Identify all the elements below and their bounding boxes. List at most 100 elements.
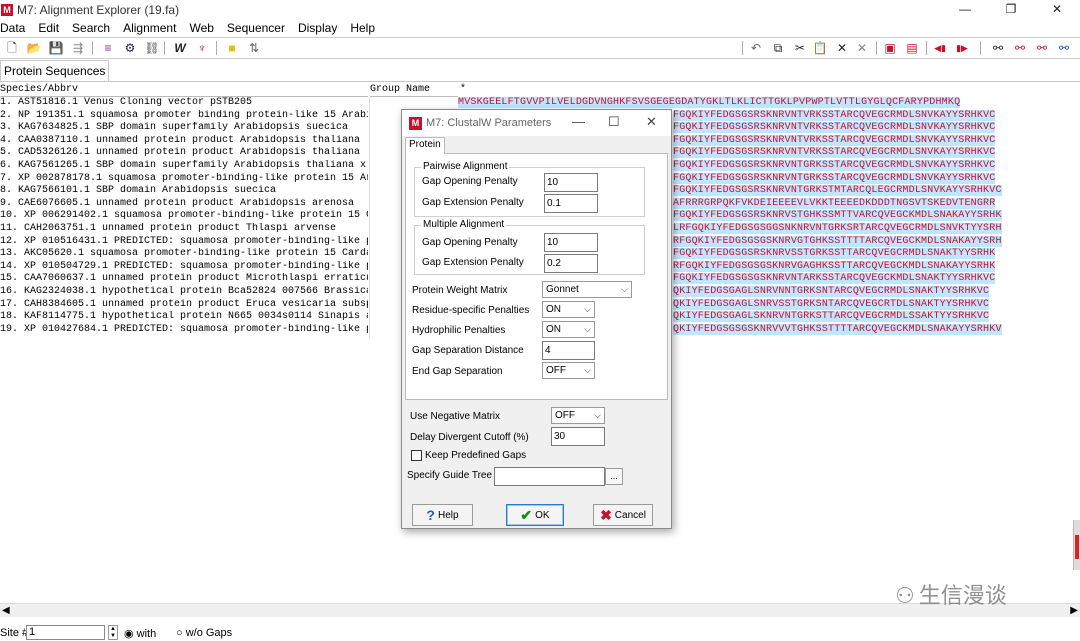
end-gap-select[interactable]: OFF ⌵ <box>542 362 595 379</box>
muscle-icon[interactable]: ≡ <box>100 40 116 56</box>
menu-alignment[interactable]: Alignment <box>123 21 176 35</box>
weight-matrix-select[interactable]: Gonnet ⌵ <box>542 281 632 298</box>
gap-separation-input[interactable]: 4 <box>542 341 595 360</box>
sequence-residues[interactable]: QKIYFEDGSGAGLSKNRVNTGRKSTTARCQVEGCRMDLSS… <box>673 311 990 323</box>
find-prev-icon[interactable]: ⚯ <box>1012 40 1028 56</box>
ok-button[interactable]: ✔ OK <box>506 504 564 526</box>
clustal-icon[interactable]: ⚙ <box>122 40 138 56</box>
close-icon[interactable]: ✕ <box>1034 0 1080 19</box>
column-header-group[interactable]: Group Name <box>370 84 458 97</box>
multiple-gap-open-input[interactable]: 10 <box>544 233 598 252</box>
next-icon[interactable]: ▮▶ <box>954 40 970 56</box>
sequence-residues[interactable]: LRFGQKIYFEDGSGSGGSNKNRVNTGRKSRTARCQVEGCR… <box>673 222 1002 234</box>
sequence-residues[interactable]: RFGQKIYFEDGSGSGSKNRVGAGHKSSTTARCQVEGCKMD… <box>673 260 996 272</box>
delete-icon[interactable]: ✕ <box>834 40 850 56</box>
site-spinner[interactable]: ▲ ▼ <box>108 625 118 640</box>
sequence-residues[interactable]: RFGQKIYFEDGSGSGSKNRVGTGHKSSTTTTARCQVEGCK… <box>673 235 1002 247</box>
radio-without-gaps[interactable]: ○ w/o Gaps <box>176 627 232 639</box>
paste-icon[interactable]: 📋 <box>812 40 828 56</box>
w-icon[interactable]: W <box>172 40 188 56</box>
open-folder-icon[interactable]: 📂 <box>26 40 42 56</box>
keep-gaps-checkbox[interactable] <box>411 450 422 461</box>
sequence-name[interactable]: 3. KAG7634825.1 SBP domain superfamily A… <box>0 122 368 135</box>
tab-protein[interactable]: Protein <box>405 137 445 154</box>
arrow-icon[interactable]: ⇅ <box>246 40 262 56</box>
sequence-name[interactable]: 4. CAA0387110.1 unnamed protein product … <box>0 135 368 148</box>
sequence-name[interactable]: 17. CAH8384605.1 unnamed protein product… <box>0 299 368 312</box>
menu-data[interactable]: Data <box>0 21 25 35</box>
find-icon[interactable]: ⚯ <box>990 40 1006 56</box>
menu-sequencer[interactable]: Sequencer <box>227 21 285 35</box>
new-file-icon[interactable]: 🗋 <box>4 40 20 56</box>
close-icon[interactable]: ✕ <box>646 114 657 130</box>
sequence-residues[interactable]: QKIYFEDGSGAGLSNRVSSTGRKSNTARCQVEGCRTDLSN… <box>673 298 990 310</box>
menu-display[interactable]: Display <box>298 21 337 35</box>
sequence-name[interactable]: 8. KAG7566101.1 SBP domain Arabidopsis s… <box>0 185 368 198</box>
sequence-name[interactable]: 7. XP 002878178.1 squamosa promoter-bind… <box>0 173 368 186</box>
scroll-left-icon[interactable]: ◀ <box>2 604 10 618</box>
sequence-name[interactable]: 15. CAA7060637.1 unnamed protein product… <box>0 273 368 286</box>
sequence-residues[interactable]: MVSKGEELFTGVVPILVELDGDVNGHKFSVSGEGEGDATY… <box>458 97 961 108</box>
radio-with-gaps[interactable]: ◉ with <box>124 627 156 640</box>
menu-search[interactable]: Search <box>72 21 110 35</box>
menu-web[interactable]: Web <box>189 21 213 35</box>
minimize-icon[interactable]: — <box>942 0 988 19</box>
save-icon[interactable]: 💾 <box>48 40 64 56</box>
find-motif-icon[interactable]: ⚯ <box>1056 40 1072 56</box>
maximize-icon[interactable]: ❐ <box>988 0 1034 19</box>
delete-gap-icon[interactable]: ✕ <box>854 40 870 56</box>
undo-icon[interactable]: ↶ <box>748 40 764 56</box>
negative-matrix-select[interactable]: OFF ⌵ <box>551 407 605 424</box>
insert-block-icon[interactable]: ▤ <box>904 40 920 56</box>
pairwise-gap-open-input[interactable]: 10 <box>544 173 598 192</box>
sequence-name[interactable]: 14. XP 010504729.1 PREDICTED: squamosa p… <box>0 261 368 274</box>
sequence-name[interactable]: 6. KAG7561265.1 SBP domain superfamily A… <box>0 160 368 173</box>
menu-help[interactable]: Help <box>350 21 375 35</box>
help-button[interactable]: ? Help <box>412 504 473 526</box>
find-next-icon[interactable]: ⚯ <box>1034 40 1050 56</box>
sequence-residues[interactable]: FGQKIYFEDGSGSRSKNRVNTGRKSSTARCQVEGCRMDLS… <box>673 172 996 184</box>
insert-icon[interactable]: ▣ <box>882 40 898 56</box>
sequence-name[interactable]: 1. AST51816.1 Venus Cloning vector pSTB2… <box>0 97 368 110</box>
mark-icon[interactable]: ■ <box>224 40 240 56</box>
sequence-name[interactable]: 16. KAG2324038.1 hypothetical protein Bc… <box>0 286 368 299</box>
sequence-residues[interactable]: QKIYFEDGSGSGSKNRVVVTGHKSSTTTTARCQVEGCKMD… <box>673 323 1002 335</box>
minimize-icon[interactable]: — <box>572 114 585 129</box>
sequence-name[interactable]: 19. XP 010427684.1 PREDICTED: squamosa p… <box>0 324 368 337</box>
sequence-residues[interactable]: FGQKIYFEDGSGSRSKNRVNTVRKSSTARCQVEGCRMDLS… <box>673 122 996 134</box>
sequence-residues[interactable]: FGQKIYFEDGSGSRSKNRVSSTGRKSSTTARCQVEGCRMD… <box>673 248 996 260</box>
cancel-button[interactable]: ✖ Cancel <box>593 504 653 526</box>
residue-specific-select[interactable]: ON ⌵ <box>542 301 595 318</box>
cut-icon[interactable]: ✂ <box>792 40 808 56</box>
sequence-residues[interactable]: FGQKIYFEDGSGSRSKNRVNTVRKSSTARCQVEGCRMDLS… <box>673 109 996 121</box>
sequence-residues[interactable]: QKIYFEDGSGAGLSNRVNNTGRKSNTARCQVEGCRMDLSN… <box>673 285 990 297</box>
column-header-species[interactable]: Species/Abbrv <box>0 84 368 97</box>
dna-icon[interactable]: ♆ <box>194 40 210 56</box>
sequence-residues[interactable]: FGQKIYFEDGSGSRSKNRVSTGHKSSMTTVARCQVEGCKM… <box>673 210 1002 222</box>
sequence-name[interactable]: 18. KAF8114775.1 hypothetical protein N6… <box>0 311 368 324</box>
sequence-name[interactable]: 2. NP 191351.1 squamosa promoter binding… <box>0 110 368 123</box>
site-number-input[interactable]: 1 <box>26 625 105 640</box>
sequence-name[interactable]: 13. AKC05620.1 squamosa promoter-binding… <box>0 248 368 261</box>
scroll-right-icon[interactable]: ▶ <box>1070 604 1078 618</box>
guide-tree-input[interactable] <box>494 467 605 486</box>
sequence-residues[interactable]: FGQKIYFEDGSGSRSKNRVNTVRKSSTARCQVEGCRMDLS… <box>673 147 996 159</box>
delay-divergent-input[interactable]: 30 <box>551 427 605 446</box>
pairwise-gap-ext-input[interactable]: 0.1 <box>544 194 598 213</box>
multiple-gap-ext-input[interactable]: 0.2 <box>544 254 598 273</box>
maximize-icon[interactable]: ☐ <box>608 114 620 130</box>
translate-icon[interactable]: ⛓ <box>144 40 160 56</box>
sequence-name[interactable]: 12. XP 010516431.1 PREDICTED: squamosa p… <box>0 236 368 249</box>
sequence-row[interactable]: MVSKGEELFTGVVPILVELDGDVNGHKFSVSGEGEGDATY… <box>458 97 1080 110</box>
sequence-residues[interactable]: FGQKIYFEDGSGSRSKNRVNTVRKSSTARCQVEGCRMDLS… <box>673 134 996 146</box>
align-icon[interactable]: ⇶ <box>70 40 86 56</box>
sequence-residues[interactable]: FGQKIYFEDGSGSRSKNRVNTGRKSTMTARCQLEGCRMDL… <box>673 185 1002 197</box>
sequence-residues[interactable]: FGQKIYFEDGSGSGSKNRVNTARKSSTARCQVEGCKMDLS… <box>673 273 996 285</box>
tab-protein-sequences[interactable]: Protein Sequences <box>0 60 110 81</box>
copy-icon[interactable]: ⧉ <box>770 40 786 56</box>
sequence-name[interactable]: 11. CAH2063751.1 unnamed protein product… <box>0 223 368 236</box>
sequence-residues[interactable]: AFRRRGRPQKFVKDEIEEEEVLVKKTEEEEDKDDDTNGSV… <box>673 197 996 209</box>
guide-tree-browse-button[interactable]: ... <box>605 468 623 485</box>
sequence-residues[interactable]: FGQKIYFEDGSGSRSKNRVNTGRKSSTARCQVEGCRMDLS… <box>673 159 996 171</box>
sequence-name[interactable]: 5. CAD5326126.1 unnamed protein product … <box>0 147 368 160</box>
